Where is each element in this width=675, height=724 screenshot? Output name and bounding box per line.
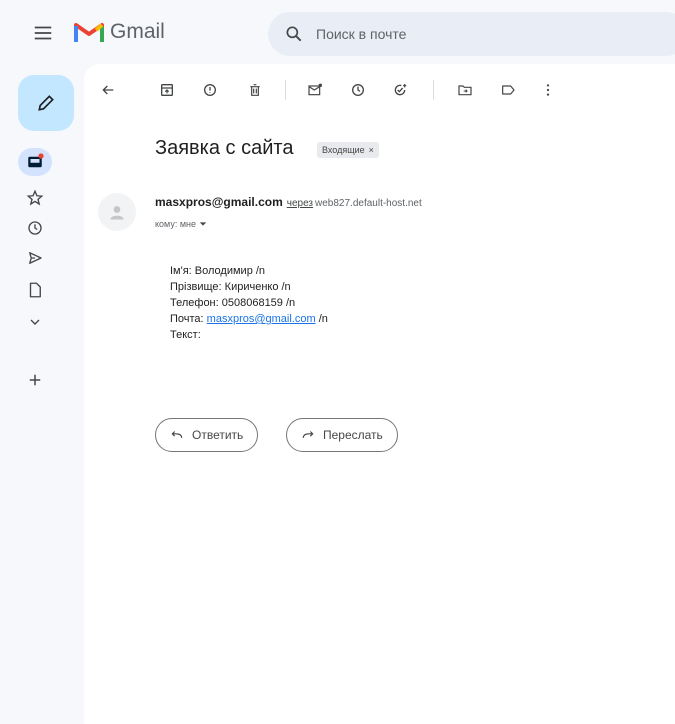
body-line-phone: Телефон: 0508068159 /n bbox=[170, 297, 296, 309]
more-vert-icon bbox=[546, 84, 550, 96]
email-subject: Заявка с сайта bbox=[155, 137, 294, 159]
app-name: Gmail bbox=[110, 20, 165, 43]
snooze-icon bbox=[352, 84, 364, 96]
body-line-name: Ім'я: Володимир /n bbox=[170, 265, 266, 277]
body-email-label: Почта: bbox=[170, 313, 207, 325]
sidebar-item-inbox[interactable] bbox=[25, 152, 45, 172]
sidebar-item-snoozed[interactable] bbox=[25, 218, 45, 238]
toolbar-divider bbox=[285, 80, 286, 100]
pencil-icon bbox=[38, 95, 54, 111]
sender-avatar[interactable] bbox=[98, 193, 136, 231]
toolbar-divider bbox=[433, 80, 434, 100]
sender-line: masxpros@gmail.com через web827.default-ho… bbox=[155, 195, 422, 209]
label-button[interactable] bbox=[498, 80, 518, 100]
search-icon[interactable] bbox=[284, 24, 304, 44]
forward-button[interactable]: Переслать bbox=[286, 418, 398, 452]
forward-button-label: Переслать bbox=[323, 428, 383, 442]
reply-button-label: Ответить bbox=[192, 428, 244, 442]
sidebar-item-more[interactable] bbox=[25, 312, 45, 332]
back-arrow-icon bbox=[102, 85, 114, 95]
body-line-text: Текст: bbox=[170, 329, 201, 341]
recipient-details[interactable]: кому: мне bbox=[155, 219, 207, 229]
inbox-icon bbox=[28, 153, 44, 168]
via-host: web827.default-host.net bbox=[315, 198, 422, 209]
label-icon bbox=[502, 85, 515, 95]
sender-email[interactable]: masxpros@gmail.com bbox=[155, 195, 283, 209]
search-input[interactable] bbox=[314, 25, 618, 43]
email-view-panel bbox=[84, 64, 675, 724]
add-task-button[interactable] bbox=[390, 80, 410, 100]
snooze-button[interactable] bbox=[348, 80, 368, 100]
caret-down-icon bbox=[199, 222, 207, 226]
gmail-m-icon bbox=[74, 23, 104, 42]
body-line-surname: Прізвище: Кириченко /n bbox=[170, 281, 291, 293]
email-body: Ім'я: Володимир /n Прізвище: Кириченко /… bbox=[170, 263, 328, 343]
move-to-icon bbox=[458, 85, 472, 96]
delete-button[interactable] bbox=[245, 80, 265, 100]
send-icon bbox=[29, 252, 42, 264]
back-button[interactable] bbox=[98, 80, 118, 100]
draft-icon bbox=[29, 282, 41, 298]
via-link[interactable]: через bbox=[287, 198, 313, 209]
body-line-email: Почта: masxpros@gmail.com /n bbox=[170, 311, 328, 327]
archive-icon bbox=[161, 84, 173, 96]
menu-icon[interactable] bbox=[32, 22, 54, 44]
gmail-logo[interactable]: Gmail bbox=[74, 20, 165, 44]
archive-button[interactable] bbox=[157, 80, 177, 100]
forward-icon bbox=[302, 431, 314, 438]
compose-button[interactable] bbox=[18, 75, 74, 131]
reply-button[interactable]: Ответить bbox=[155, 418, 259, 452]
inbox-label-chip[interactable]: Входящие × bbox=[317, 142, 379, 158]
mark-unread-button[interactable] bbox=[305, 80, 325, 100]
chevron-down-icon bbox=[30, 319, 40, 325]
move-to-button[interactable] bbox=[455, 80, 475, 100]
recipient-text: кому: мне bbox=[155, 219, 196, 229]
search-bar[interactable] bbox=[268, 12, 675, 56]
plus-icon bbox=[29, 374, 41, 386]
body-email-link[interactable]: masxpros@gmail.com bbox=[207, 313, 316, 325]
sidebar-item-sent[interactable] bbox=[25, 248, 45, 268]
body-email-suffix: /n bbox=[315, 313, 328, 325]
mark-unread-icon bbox=[308, 83, 322, 96]
label-remove-button[interactable]: × bbox=[369, 145, 374, 155]
more-options-button[interactable] bbox=[538, 80, 558, 100]
reply-icon bbox=[171, 431, 183, 438]
report-spam-button[interactable] bbox=[200, 80, 220, 100]
sidebar-add-label[interactable] bbox=[25, 370, 45, 390]
clock-icon bbox=[28, 221, 42, 235]
add-task-icon bbox=[394, 84, 407, 96]
report-spam-icon bbox=[204, 84, 216, 96]
sidebar-item-drafts[interactable] bbox=[25, 280, 45, 300]
delete-icon bbox=[250, 84, 260, 96]
label-chip-text: Входящие bbox=[322, 145, 365, 155]
person-icon bbox=[110, 206, 124, 220]
star-icon bbox=[26, 189, 44, 206]
sidebar-item-starred[interactable] bbox=[25, 188, 45, 208]
